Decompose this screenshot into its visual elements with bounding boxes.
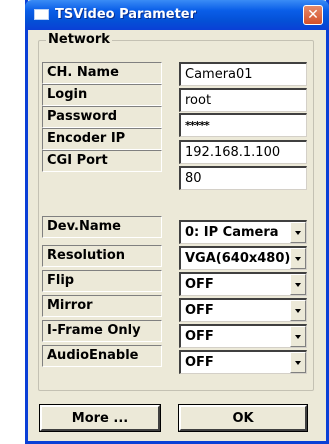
label-resolution: Resolution — [42, 245, 162, 267]
iframe-only-select[interactable]: OFF — [179, 324, 307, 348]
chevron-down-icon[interactable] — [290, 300, 306, 321]
label-login: Login — [42, 84, 162, 106]
resolution-value: VGA(640x480) — [185, 251, 291, 266]
ok-button[interactable]: OK — [178, 404, 308, 432]
chevron-down-icon[interactable] — [290, 222, 306, 243]
cgi-port-input[interactable]: 80 — [179, 166, 307, 190]
encoder-ip-input[interactable]: 192.168.1.100 — [179, 140, 307, 164]
dev-name-value: 0: IP Camera — [185, 225, 279, 240]
window-title: TSVideo Parameter — [55, 7, 197, 22]
iframe-only-value: OFF — [185, 329, 214, 344]
flip-select[interactable]: OFF — [179, 272, 307, 296]
ch-name-input[interactable]: Camera01 — [179, 62, 307, 86]
label-encoder-ip: Encoder IP — [42, 128, 162, 150]
mirror-value: OFF — [185, 303, 214, 318]
label-audio-enable: AudioEnable — [42, 345, 162, 367]
dev-name-select[interactable]: 0: IP Camera — [179, 220, 307, 244]
label-ch-name: CH. Name — [42, 62, 162, 84]
group-label-network: Network — [46, 32, 112, 47]
close-button[interactable]: ✕ — [303, 5, 323, 25]
window-icon — [34, 9, 49, 20]
more-button[interactable]: More ... — [39, 404, 161, 432]
chevron-down-icon[interactable] — [290, 352, 306, 373]
label-cgi-port: CGI Port — [42, 150, 162, 172]
resolution-select[interactable]: VGA(640x480) — [179, 246, 307, 270]
audio-enable-select[interactable]: OFF — [179, 350, 307, 374]
label-flip: Flip — [42, 270, 162, 292]
audio-enable-value: OFF — [185, 355, 214, 370]
label-password: Password — [42, 106, 162, 128]
title-bar[interactable]: TSVideo Parameter ✕ — [25, 0, 329, 30]
mirror-select[interactable]: OFF — [179, 298, 307, 322]
label-mirror: Mirror — [42, 295, 162, 317]
chevron-down-icon[interactable] — [290, 248, 306, 269]
chevron-down-icon[interactable] — [290, 274, 306, 295]
label-iframe-only: I-Frame Only — [42, 320, 162, 342]
label-dev-name: Dev.Name — [42, 216, 162, 238]
flip-value: OFF — [185, 277, 214, 292]
parameter-dialog: TSVideo Parameter ✕ Network CH. Name Cam… — [25, 0, 329, 444]
password-input[interactable]: ***** — [179, 113, 307, 137]
close-icon: ✕ — [307, 7, 319, 23]
login-input[interactable]: root — [179, 88, 307, 112]
chevron-down-icon[interactable] — [290, 326, 306, 347]
